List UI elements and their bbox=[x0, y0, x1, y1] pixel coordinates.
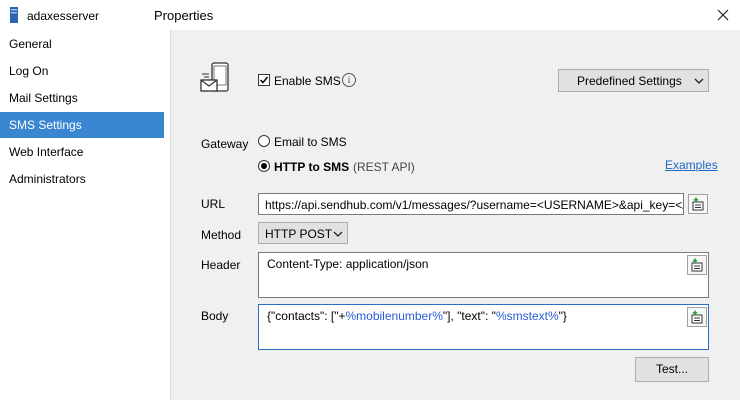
title-bar: adaxesserver Properties bbox=[0, 0, 740, 30]
email-to-sms-label: Email to SMS bbox=[274, 135, 347, 149]
sms-device-icon bbox=[200, 62, 229, 92]
header-input[interactable]: Content-Type: application/json bbox=[258, 252, 709, 298]
predefined-settings-label: Predefined Settings bbox=[577, 74, 682, 88]
sidebar-item-sms-settings[interactable]: SMS Settings bbox=[0, 112, 164, 138]
body-text-part: "} bbox=[558, 309, 567, 323]
body-text-part: "], "text": " bbox=[442, 309, 496, 323]
http-to-sms-label: HTTP to SMS bbox=[274, 160, 350, 174]
body-text-part: {"contacts": ["+ bbox=[267, 309, 346, 323]
http-to-sms-hint: (REST API) bbox=[353, 160, 415, 174]
method-value: HTTP POST bbox=[265, 227, 333, 241]
sidebar-item-log-on[interactable]: Log On bbox=[0, 58, 164, 84]
gateway-label: Gateway bbox=[201, 137, 249, 151]
method-label: Method bbox=[201, 228, 242, 242]
http-to-sms-radio[interactable] bbox=[258, 160, 270, 172]
sidebar-item-general[interactable]: General bbox=[0, 31, 164, 57]
body-insert-variable-button[interactable] bbox=[687, 307, 707, 327]
server-icon bbox=[10, 7, 18, 23]
checkbox-check-icon bbox=[259, 76, 269, 84]
close-icon[interactable] bbox=[712, 4, 734, 26]
url-input[interactable]: https://api.sendhub.com/v1/messages/?use… bbox=[258, 193, 684, 215]
body-input[interactable]: {"contacts": ["+%mobilenumber%"], "text"… bbox=[258, 304, 709, 350]
predefined-settings-dropdown[interactable]: Predefined Settings bbox=[558, 69, 709, 92]
chevron-down-icon bbox=[333, 231, 343, 237]
examples-link[interactable]: Examples bbox=[665, 158, 718, 172]
sidebar-item-web-interface[interactable]: Web Interface bbox=[0, 139, 164, 165]
insert-variable-icon bbox=[692, 197, 704, 211]
window-title: Properties bbox=[154, 8, 214, 23]
chevron-down-icon bbox=[694, 78, 704, 84]
body-variable-smstext: %smstext% bbox=[495, 309, 559, 323]
url-label: URL bbox=[201, 197, 226, 211]
header-label: Header bbox=[201, 258, 241, 272]
email-to-sms-radio[interactable] bbox=[258, 135, 270, 147]
enable-sms-label: Enable SMS bbox=[274, 74, 341, 88]
method-dropdown[interactable]: HTTP POST bbox=[258, 222, 348, 244]
body-variable-mobilenumber: %mobilenumber% bbox=[345, 309, 443, 323]
insert-variable-icon bbox=[691, 310, 703, 324]
sidebar-item-mail-settings[interactable]: Mail Settings bbox=[0, 85, 164, 111]
header-insert-variable-button[interactable] bbox=[687, 255, 707, 275]
body-label: Body bbox=[201, 309, 229, 323]
sidebar-item-administrators[interactable]: Administrators bbox=[0, 166, 164, 192]
url-insert-variable-button[interactable] bbox=[688, 194, 708, 214]
insert-variable-icon bbox=[691, 258, 703, 272]
app-name: adaxesserver bbox=[27, 9, 100, 23]
test-button[interactable]: Test... bbox=[635, 357, 709, 382]
info-icon[interactable]: i bbox=[342, 73, 356, 87]
enable-sms-checkbox[interactable] bbox=[258, 74, 270, 86]
sidebar: General Log On Mail Settings SMS Setting… bbox=[0, 30, 171, 400]
